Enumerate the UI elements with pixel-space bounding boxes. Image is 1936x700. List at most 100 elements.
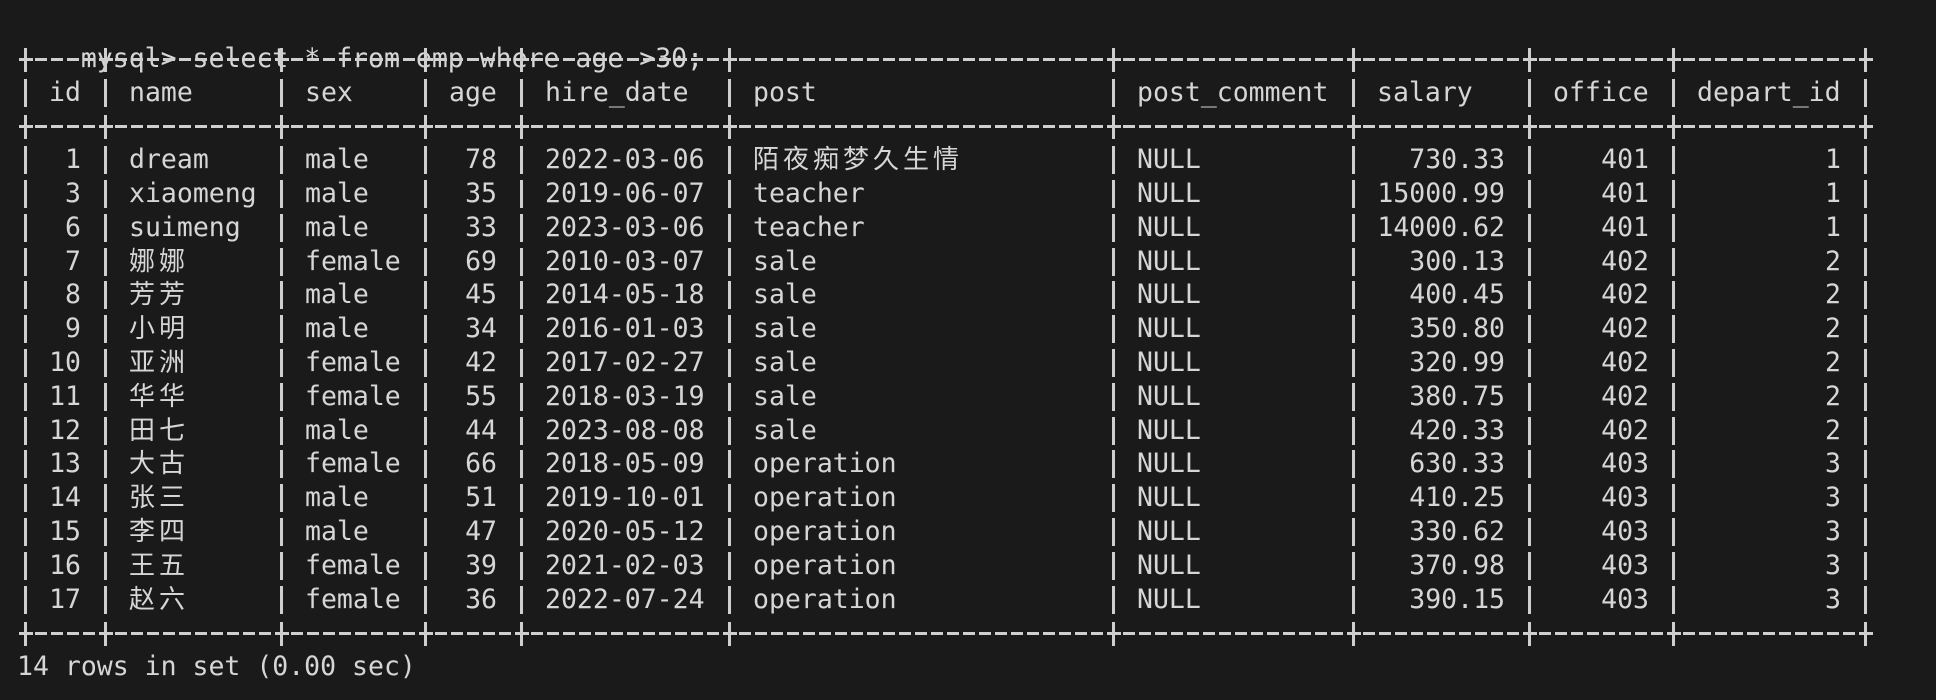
column-separator (1665, 382, 1681, 411)
border-dash (963, 632, 975, 636)
border-dash (483, 632, 495, 636)
cell-hire-date: 2016-01-03 (545, 313, 705, 345)
column-header-office[interactable]: office (1553, 76, 1649, 110)
border-dash (307, 632, 319, 636)
column-header-age[interactable]: age (449, 76, 497, 110)
cell-hire-date: 2017-02-27 (545, 347, 705, 378)
border-dash (1827, 57, 1839, 61)
border-dash (1011, 57, 1023, 61)
cell-name: 华华 (129, 381, 190, 412)
column-header-salary[interactable]: salary (1377, 76, 1505, 110)
border-dash (1763, 632, 1775, 636)
border-dash (243, 57, 255, 61)
column-separator (97, 213, 113, 242)
cell-depart-id: 2 (1825, 380, 1841, 412)
border-dash (1299, 57, 1311, 61)
border-dash (355, 57, 367, 61)
border-dash (563, 632, 575, 636)
cell-office: 402 (1601, 414, 1649, 446)
cell-age: 78 (465, 144, 497, 176)
column-separator (17, 315, 33, 344)
border-dash (1395, 125, 1407, 129)
column-separator (513, 349, 529, 377)
border-corner (721, 47, 737, 72)
border-dash (1411, 632, 1423, 636)
border-dash (1651, 632, 1663, 636)
column-header-name[interactable]: name (129, 76, 257, 110)
border-dash (963, 57, 975, 61)
cell-post-comment: NULL (1137, 178, 1201, 209)
border-corner (1345, 115, 1361, 140)
border-dash (451, 125, 463, 129)
cell-post: sale (753, 245, 817, 277)
cell-sex: female (305, 549, 401, 581)
column-separator (97, 416, 113, 445)
column-header-sex[interactable]: sex (305, 76, 401, 110)
border-corner (1857, 622, 1873, 647)
cell-office: 402 (1601, 380, 1649, 412)
border-dash (323, 632, 335, 636)
column-separator (97, 281, 113, 310)
border-dash (1331, 125, 1343, 129)
cell-post-comment: NULL (1137, 279, 1201, 311)
cell-name: dream (129, 144, 209, 176)
border-dash (339, 57, 351, 61)
column-separator (97, 349, 113, 377)
border-corner (273, 47, 289, 72)
column-separator (97, 382, 113, 411)
cell-age: 44 (465, 414, 497, 446)
border-dash (1763, 125, 1775, 129)
column-header-hire-date[interactable]: hire_date (545, 76, 705, 110)
border-dash (1779, 125, 1791, 129)
column-separator (17, 146, 33, 175)
border-dash (1699, 125, 1711, 129)
border-dash (307, 125, 319, 129)
border-dash (131, 632, 143, 636)
column-header-depart-id[interactable]: depart_id (1697, 76, 1841, 110)
border-dash (1187, 125, 1199, 129)
border-dash (291, 57, 303, 61)
cell-sex: male (305, 482, 369, 514)
border-dash (1539, 632, 1551, 636)
border-dash (883, 57, 895, 61)
border-dash (1315, 57, 1327, 61)
border-dash (707, 125, 719, 129)
table-row: 13 大古 female 66 2018-05-09 operation NULL 630.3… (17, 447, 1873, 481)
border-dash (163, 57, 175, 61)
column-separator (1665, 450, 1681, 479)
terminal-window[interactable]: mysql> select * from emp where age >30; … (0, 0, 1936, 700)
border-dash (947, 57, 959, 61)
column-separator (1665, 484, 1681, 513)
column-separator (273, 213, 289, 242)
border-dash (659, 57, 671, 61)
border-dash (1827, 125, 1839, 129)
border-dash (371, 632, 383, 636)
border-dash (259, 57, 271, 61)
border-dash (739, 125, 751, 129)
border-dash (675, 125, 687, 129)
cell-office: 402 (1601, 313, 1649, 345)
border-dash (691, 57, 703, 61)
border-dash (739, 632, 751, 636)
border-dash (323, 125, 335, 129)
column-separator (721, 551, 737, 580)
border-dash (643, 57, 655, 61)
table-row: 1 dream male 78 2022-03-06 陌夜痴梦久生情 NULL 730.33 4… (17, 143, 1873, 177)
table-row: 3 xiaomeng male 35 2019-06-07 teacher NULL 1500… (17, 177, 1873, 211)
column-header-post[interactable]: post (753, 76, 1089, 110)
border-dash (947, 125, 959, 129)
border-dash (1059, 125, 1071, 129)
cell-post: sale (753, 347, 817, 378)
column-header-id[interactable]: id (49, 76, 81, 110)
border-dash (1379, 125, 1391, 129)
cell-depart-id: 3 (1825, 516, 1841, 547)
border-dash (211, 125, 223, 129)
cell-post-comment: NULL (1137, 211, 1201, 243)
column-separator (1521, 315, 1537, 344)
border-dash (547, 57, 559, 61)
border-dash (883, 125, 895, 129)
column-header-post-comment[interactable]: post_comment (1137, 76, 1329, 110)
cell-hire-date: 2018-03-19 (545, 380, 705, 412)
border-dash (1027, 632, 1039, 636)
cell-age: 35 (465, 178, 497, 209)
